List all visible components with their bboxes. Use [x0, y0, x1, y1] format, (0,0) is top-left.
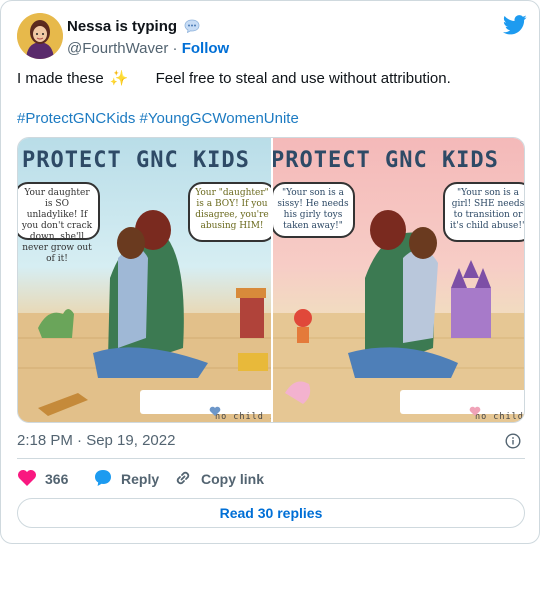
- tweet-text-after: Feel free to steal and use without attri…: [155, 70, 451, 87]
- tweet-text-line: I made these ✨ Feel free to steal and us…: [17, 69, 525, 89]
- display-name-text[interactable]: Nessa is typing: [67, 18, 177, 35]
- author-names: Nessa is typing @FourthWaver · Follow: [67, 17, 229, 59]
- media-image-right[interactable]: PROTECT GNC KIDS "Your son is a sissy! H…: [273, 138, 524, 422]
- panel-title-right: PROTECT GNC KIDS: [273, 148, 499, 173]
- reply-button[interactable]: Reply: [93, 467, 159, 491]
- copy-link-label: Copy link: [201, 471, 265, 487]
- illustration-right: [273, 210, 524, 422]
- info-icon[interactable]: [505, 433, 521, 454]
- heart-icon: [148, 396, 221, 422]
- heart-icon: [17, 469, 37, 490]
- panel-title-left: PROTECT GNC KIDS: [22, 148, 250, 173]
- separator-dot: ·: [172, 40, 178, 57]
- divider-line: [17, 458, 525, 459]
- tweet-header: Nessa is typing @FourthWaver · Follow: [17, 13, 527, 59]
- avatar[interactable]: [17, 13, 63, 59]
- heart-icon: [408, 396, 481, 422]
- follow-button[interactable]: Follow: [182, 40, 230, 57]
- illustration-left: [18, 210, 271, 422]
- speech-bubble-right-trans: "Your son is a girl! SHE needs to transi…: [443, 182, 524, 242]
- like-button[interactable]: 366: [17, 467, 68, 491]
- hashtags-link[interactable]: #ProtectGNCKids #YoungGCWomenUnite: [17, 109, 525, 129]
- sparkle-icon: ✨: [109, 70, 129, 87]
- reply-bubble-icon: [93, 468, 113, 491]
- banner-left: no child is born in the wrong body: [140, 390, 271, 422]
- timestamp-row: 2:18 PM · Sep 19, 2022: [17, 431, 525, 451]
- read-replies-button[interactable]: Read 30 replies: [17, 498, 525, 528]
- speech-bubble-right-parent: "Your son is a sissy! He needs his girly…: [273, 182, 355, 238]
- copy-link-button[interactable]: Copy link: [173, 467, 264, 491]
- like-count: 366: [45, 471, 69, 487]
- tweet-text: I made these ✨ Feel free to steal and us…: [17, 69, 525, 129]
- handle[interactable]: @FourthWaver: [67, 40, 168, 57]
- link-icon: [173, 468, 193, 491]
- handle-row: @FourthWaver · Follow: [67, 39, 229, 59]
- timestamp[interactable]: 2:18 PM · Sep 19, 2022: [17, 432, 175, 449]
- banner-right: no child is born in the wrong body: [400, 390, 524, 422]
- action-bar: 366 Reply Copy link: [17, 467, 525, 491]
- tweet-media[interactable]: PROTECT GNC KIDS Your daughter is SO unl…: [17, 137, 525, 423]
- twitter-logo-icon[interactable]: [502, 15, 527, 35]
- display-name[interactable]: Nessa is typing: [67, 17, 229, 39]
- tweet-text-before: I made these: [17, 70, 104, 87]
- speech-bubble-left-trans: Your "daughter" is a BOY! If you disagre…: [188, 182, 271, 242]
- speech-bubble-icon: [184, 19, 200, 39]
- tweet-card: Nessa is typing @FourthWaver · Follow I: [0, 0, 540, 544]
- media-image-left[interactable]: PROTECT GNC KIDS Your daughter is SO unl…: [18, 138, 271, 422]
- reply-label: Reply: [121, 471, 160, 487]
- speech-bubble-left-parent: Your daughter is SO unladylike! If you d…: [18, 182, 100, 264]
